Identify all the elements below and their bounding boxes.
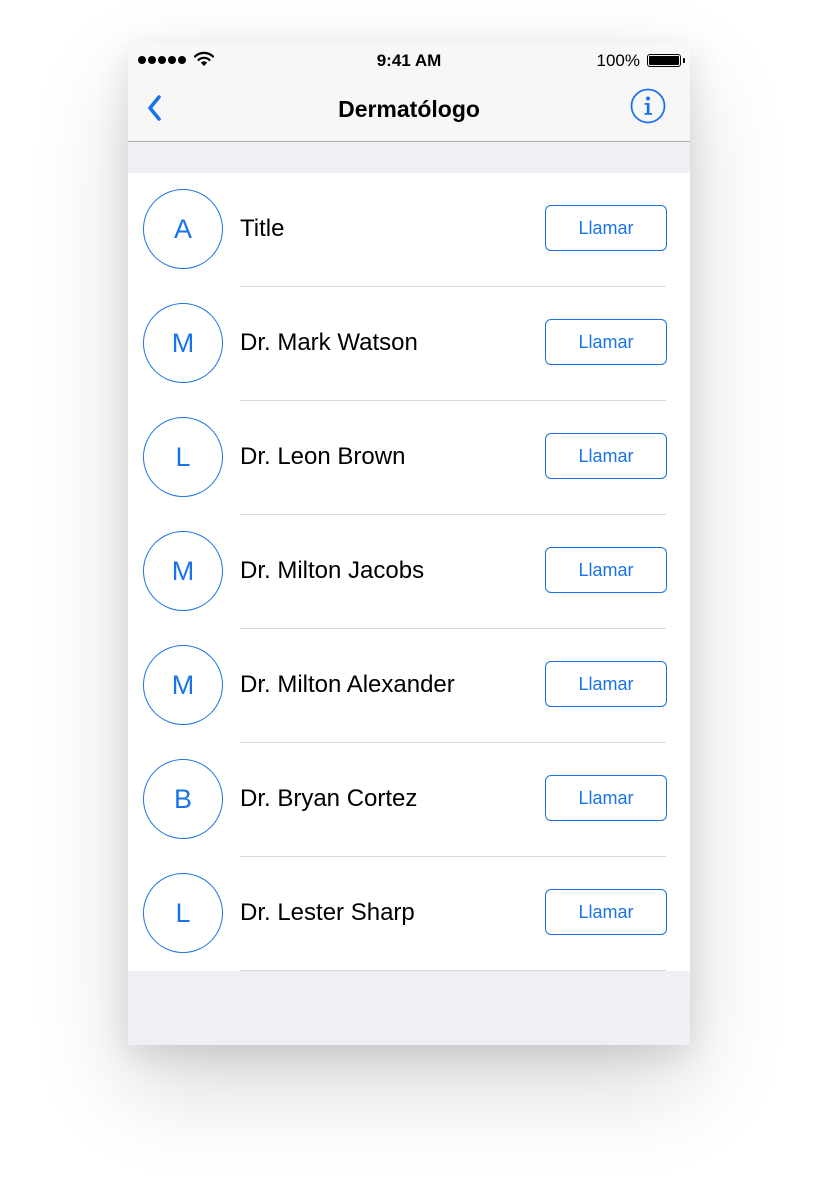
list-item: L Dr. Leon Brown Llamar: [128, 401, 690, 515]
call-button[interactable]: Llamar: [545, 319, 667, 365]
avatar: M: [143, 531, 223, 611]
list-item: A Title Llamar: [128, 173, 690, 287]
battery-icon: [647, 54, 685, 67]
info-icon: [630, 88, 666, 124]
contact-name: Dr. Bryan Cortez: [240, 785, 418, 812]
call-button[interactable]: Llamar: [545, 547, 667, 593]
avatar: L: [143, 417, 223, 497]
contact-name: Dr. Milton Jacobs: [240, 557, 425, 584]
list-item: M Dr. Milton Alexander Llamar: [128, 629, 690, 743]
avatar: B: [143, 759, 223, 839]
list-item: M Dr. Milton Jacobs Llamar: [128, 515, 690, 629]
call-button[interactable]: Llamar: [545, 205, 667, 251]
avatar: M: [143, 303, 223, 383]
list-item: B Dr. Bryan Cortez Llamar: [128, 743, 690, 857]
contact-name: Dr. Mark Watson: [240, 329, 418, 356]
call-button[interactable]: Llamar: [545, 775, 667, 821]
status-bar: 9:41 AM 100%: [128, 43, 690, 79]
info-button[interactable]: [630, 88, 666, 124]
contact-name: Dr. Lester Sharp: [240, 899, 415, 926]
call-button[interactable]: Llamar: [545, 889, 667, 935]
battery-percentage: 100%: [596, 51, 640, 70]
avatar: L: [143, 873, 223, 953]
phone-screen: 9:41 AM 100% Dermatólogo A Title Llamar …: [128, 43, 690, 1045]
list-item: M Dr. Mark Watson Llamar: [128, 287, 690, 401]
contact-name: Dr. Milton Alexander: [240, 671, 455, 698]
contact-name: Dr. Leon Brown: [240, 443, 406, 470]
avatar: A: [143, 189, 223, 269]
list-item: L Dr. Lester Sharp Llamar: [128, 857, 690, 971]
navigation-bar: Dermatólogo: [128, 79, 690, 142]
call-button[interactable]: Llamar: [545, 433, 667, 479]
page-title: Dermatólogo: [338, 96, 480, 122]
contact-list: A Title Llamar M Dr. Mark Watson Llamar …: [128, 173, 690, 971]
avatar: M: [143, 645, 223, 725]
call-button[interactable]: Llamar: [545, 661, 667, 707]
contact-name: Title: [240, 215, 285, 242]
